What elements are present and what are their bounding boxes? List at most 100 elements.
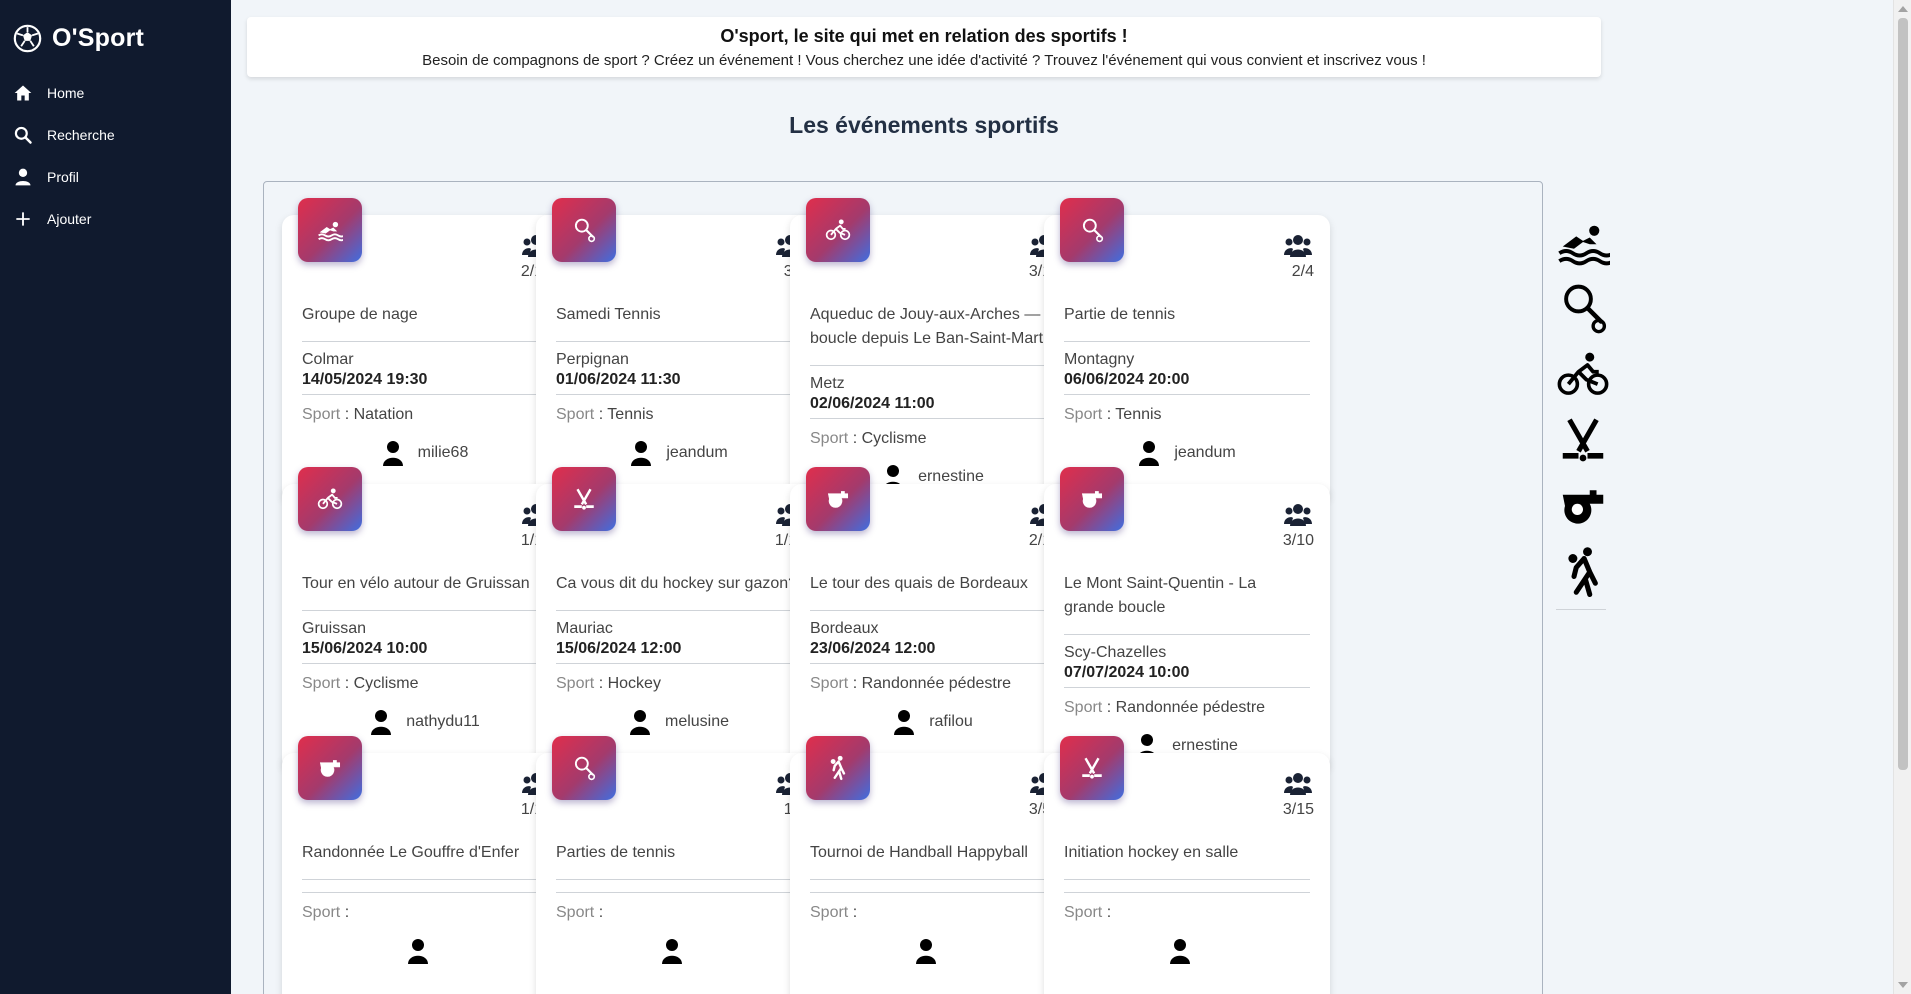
- sport-badge: [298, 467, 362, 531]
- event-date: 07/07/2024 10:00: [1064, 663, 1310, 688]
- event-owner[interactable]: jeandum: [556, 440, 802, 466]
- event-owner[interactable]: [302, 938, 548, 964]
- owner-name: milie68: [417, 444, 469, 461]
- event-owner[interactable]: milie68: [302, 440, 548, 466]
- sport-value: Randonnée pédestre: [861, 675, 1012, 692]
- event-card[interactable]: 3/15 Initiation hockey en salle Sport :: [1044, 736, 1330, 994]
- soccer-ball-icon: [13, 24, 42, 52]
- event-owner[interactable]: [1064, 938, 1310, 964]
- participant-count: 3/10: [1282, 532, 1314, 549]
- sport-label: Sport: [556, 675, 595, 692]
- event-owner[interactable]: jeandum: [1064, 440, 1310, 466]
- event-date: 15/06/2024 10:00: [302, 639, 548, 664]
- scroll-down-arrow[interactable]: [1898, 982, 1908, 988]
- banner-subtitle: Besoin de compagnons de sport ? Créez un…: [422, 52, 1426, 69]
- participant-count: 2/4: [1291, 263, 1314, 280]
- hockey-icon: [571, 486, 597, 512]
- event-city: Gruissan: [302, 620, 367, 637]
- participants-icon: [1284, 504, 1312, 526]
- event-card[interactable]: 1/10Tour en vélo autour de GruissanGruis…: [282, 467, 568, 771]
- banner-title: O'sport, le site qui met en relation des…: [720, 26, 1128, 46]
- tennis-icon: [1079, 217, 1105, 243]
- sidebar-item-label: Home: [47, 85, 85, 101]
- owner-name: jeandum: [666, 444, 728, 461]
- event-owner[interactable]: rafilou: [810, 709, 1056, 735]
- whistle-icon[interactable]: [1556, 479, 1610, 537]
- event-title: Partie de tennis: [1064, 303, 1310, 342]
- user-icon: [371, 710, 392, 735]
- sport-badge: [298, 736, 362, 800]
- sport-label: Sport: [810, 430, 849, 447]
- user-icon: [15, 168, 31, 186]
- event-sport: Sport : Cyclisme: [810, 430, 927, 447]
- owner-name: nathydu11: [406, 713, 480, 730]
- event-title: Parties de tennis: [556, 841, 802, 880]
- cycling-icon[interactable]: [1556, 347, 1610, 405]
- whistle-icon: [825, 486, 851, 512]
- event-card[interactable]: 3/50Tournoi de Handball HappyballSport :: [790, 736, 1076, 994]
- event-card[interactable]: 3/6Samedi TennisPerpignan01/06/2024 11:3…: [536, 198, 822, 502]
- sport-value: Tennis: [1115, 406, 1162, 423]
- sidebar-item-label: Ajouter: [47, 211, 92, 227]
- brand[interactable]: O'Sport: [0, 0, 231, 62]
- cycling-icon: [317, 486, 343, 512]
- event-date: 06/06/2024 20:00: [1064, 370, 1310, 395]
- scroll-up-arrow[interactable]: [1898, 6, 1908, 12]
- scrollbar-thumb[interactable]: [1898, 18, 1908, 770]
- sidebar-item-ajouter[interactable]: Ajouter: [0, 198, 231, 240]
- sidebar-item-profil[interactable]: Profil: [0, 156, 231, 198]
- event-card[interactable]: 1/6Parties de tennisSport :: [536, 736, 822, 994]
- event-card[interactable]: 1/12Ca vous dit du hockey sur gazon?!Mau…: [536, 467, 822, 771]
- sport-label: Sport: [810, 675, 849, 692]
- event-sport: Sport :: [302, 904, 350, 921]
- event-date: [302, 888, 548, 893]
- event-city: Mauriac: [556, 620, 613, 637]
- event-card[interactable]: 2/10Groupe de nageColmar14/05/2024 19:30…: [282, 198, 568, 502]
- swimming-icon: [317, 217, 343, 243]
- event-card[interactable]: 3/10Aqueduc de Jouy-aux-Arches — boucle …: [790, 198, 1076, 502]
- sidebar: O'Sport Home Recherche Profil Ajouter: [0, 0, 231, 994]
- event-sport: Sport :: [1064, 904, 1112, 921]
- tennis-icon[interactable]: [1556, 281, 1610, 339]
- sport-badge: [298, 198, 362, 262]
- owner-name: jeandum: [1174, 444, 1236, 461]
- sidebar-item-recherche[interactable]: Recherche: [0, 114, 231, 156]
- event-date: [556, 888, 802, 893]
- sport-value: Hockey: [607, 675, 661, 692]
- sport-badge: [806, 467, 870, 531]
- sidebar-item-home[interactable]: Home: [0, 72, 231, 114]
- swimming-icon[interactable]: [1556, 215, 1615, 273]
- event-owner[interactable]: nathydu11: [302, 709, 548, 735]
- sport-label: Sport: [556, 904, 595, 921]
- sport-label: Sport: [1064, 406, 1103, 423]
- sport-value: Natation: [353, 406, 414, 423]
- sidebar-item-label: Profil: [47, 169, 79, 185]
- sport-label: Sport: [302, 675, 341, 692]
- page-title: Les événements sportifs: [789, 112, 1059, 138]
- search-icon: [14, 126, 32, 144]
- event-owner[interactable]: [556, 938, 802, 964]
- tennis-icon: [571, 755, 597, 781]
- event-owner[interactable]: melusine: [556, 709, 802, 735]
- event-title: Initiation hockey en salle: [1064, 841, 1310, 880]
- event-card[interactable]: 2/4 Partie de tennis Montagny 06/06/2024 20…: [1044, 198, 1330, 502]
- brand-name: O'Sport: [52, 23, 145, 52]
- event-owner[interactable]: [810, 938, 1056, 964]
- scrollbar[interactable]: [1893, 0, 1911, 994]
- sport-label: Sport: [556, 406, 595, 423]
- user-icon: [894, 710, 915, 735]
- sport-label: Sport: [1064, 904, 1103, 921]
- sport-value: Cyclisme: [353, 675, 419, 692]
- handball-icon[interactable]: [1556, 545, 1610, 603]
- sport-value: Cyclisme: [861, 430, 927, 447]
- event-card[interactable]: 2/10Le tour des quais de BordeauxBordeau…: [790, 467, 1076, 771]
- event-card[interactable]: 1/10Randonnée Le Gouffre d'EnferSport :: [282, 736, 568, 994]
- event-sport: Sport : Tennis: [1064, 406, 1162, 423]
- home-icon: [14, 85, 32, 101]
- hockey-icon[interactable]: [1556, 413, 1610, 471]
- event-card[interactable]: 3/10 Le Mont Saint-Quentin - La grande bo…: [1044, 467, 1330, 771]
- sidebar-item-label: Recherche: [47, 127, 115, 143]
- sport-badge: [1060, 467, 1124, 531]
- participants-icon: [1284, 235, 1312, 257]
- event-sport: Sport : Randonnée pédestre: [1064, 699, 1266, 716]
